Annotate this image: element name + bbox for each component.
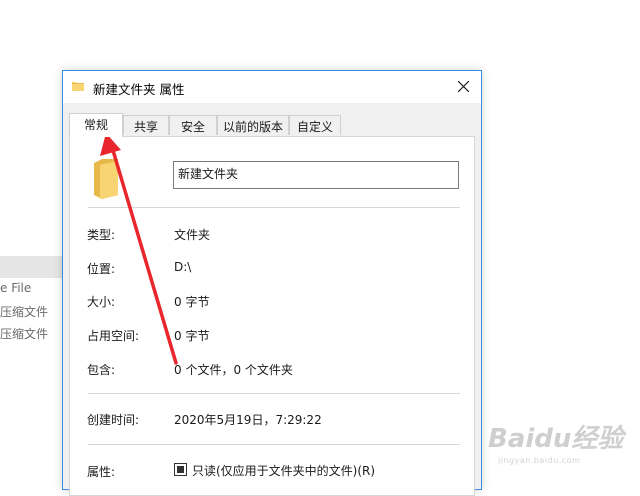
divider	[88, 393, 460, 394]
tab-sharing[interactable]: 共享	[123, 115, 169, 135]
readonly-label[interactable]: 只读(仅应用于文件夹中的文件)(R)	[192, 462, 375, 479]
contains-label: 包含:	[87, 363, 116, 377]
tab-previous-versions[interactable]: 以前的版本	[217, 115, 289, 135]
divider	[88, 207, 460, 208]
tab-general[interactable]: 常规	[69, 113, 123, 137]
folder-icon	[72, 82, 84, 91]
contains-value: 0 个文件，0 个文件夹	[174, 363, 293, 377]
size-on-disk-value: 0 字节	[174, 329, 210, 343]
bg-menu-selected-row[interactable]	[0, 256, 62, 278]
close-icon	[458, 81, 469, 92]
bg-menu-item[interactable]: 压缩文件	[0, 325, 48, 342]
size-label: 大小:	[87, 295, 116, 309]
type-value: 文件夹	[174, 228, 211, 242]
readonly-checkbox[interactable]	[174, 463, 187, 476]
folder-large-icon	[94, 159, 118, 199]
type-label: 类型:	[87, 228, 116, 242]
created-label: 创建时间:	[87, 413, 140, 427]
watermark-text: Baidu经验	[488, 424, 624, 454]
watermark-logo: Baidu经验 jingyan.baidu.com	[488, 418, 624, 465]
size-value: 0 字节	[174, 295, 210, 309]
location-value: D:\	[174, 260, 192, 274]
bg-menu-item[interactable]: e File	[0, 281, 31, 295]
attributes-label: 属性:	[87, 465, 116, 479]
watermark-url: jingyan.baidu.com	[498, 456, 581, 465]
divider	[88, 444, 460, 445]
folder-name-input[interactable]: 新建文件夹	[173, 161, 459, 189]
general-tab-panel: 新建文件夹 类型: 文件夹 位置: D:\ 大小: 0 字节 占用空间: 0 字…	[69, 136, 475, 496]
tab-security[interactable]: 安全	[169, 115, 217, 135]
size-on-disk-label: 占用空间:	[87, 329, 140, 343]
tab-customize[interactable]: 自定义	[289, 115, 341, 135]
bg-menu-item[interactable]: 压缩文件	[0, 303, 48, 320]
close-button[interactable]	[447, 71, 481, 103]
dialog-title: 新建文件夹 属性	[93, 82, 185, 97]
title-bar[interactable]: 新建文件夹 属性	[63, 71, 481, 103]
created-value: 2020年5月19日，7:29:22	[174, 413, 322, 427]
properties-dialog: 新建文件夹 属性 常规 共享 安全 以前的版本 自定义 新建文件夹 类型: 文件…	[62, 70, 482, 496]
location-label: 位置:	[87, 262, 116, 276]
